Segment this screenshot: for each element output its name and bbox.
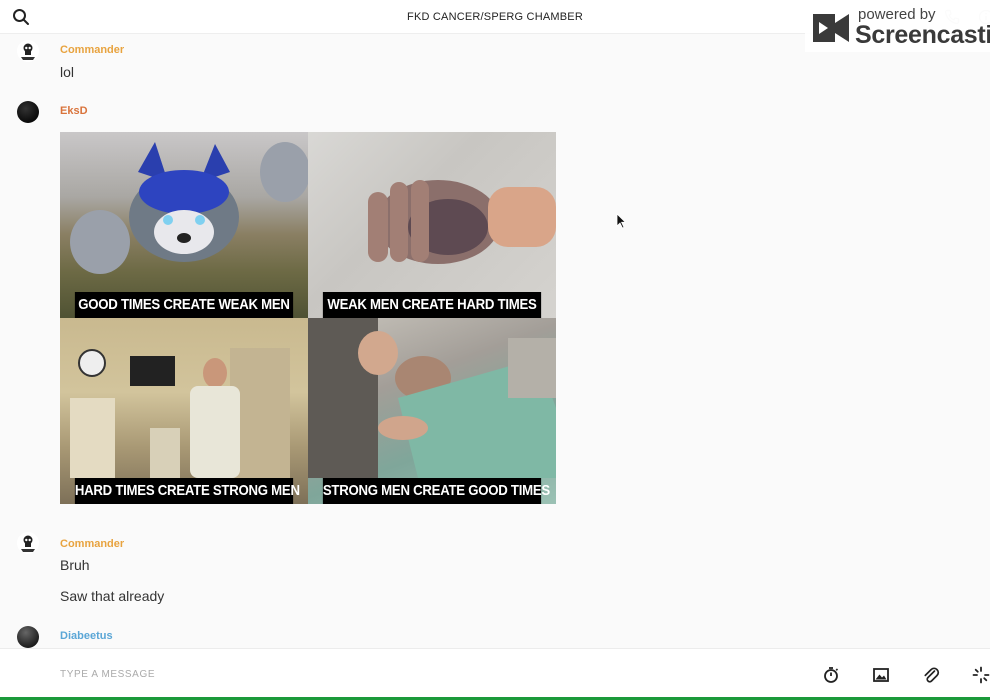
hospital-room-illustration [70, 348, 290, 478]
message-input[interactable] [60, 663, 660, 685]
meme-caption: STRONG MEN CREATE GOOD TIMES [322, 478, 550, 504]
stopwatch-icon[interactable] [822, 666, 840, 684]
message-author[interactable]: Commander [60, 538, 124, 550]
message-text: Bruh [60, 557, 90, 573]
message-author[interactable]: EksD [60, 105, 88, 117]
message-item: Commander Bruh Saw that already [0, 528, 990, 618]
avatar[interactable] [17, 532, 39, 554]
mouse-cursor-icon [616, 213, 626, 229]
meme-panel: STRONG MEN CREATE GOOD TIMES [308, 318, 556, 504]
message-author[interactable]: Diabeetus [60, 630, 113, 642]
bruised-hand-illustration [368, 180, 556, 264]
paperclip-icon[interactable] [922, 666, 940, 684]
message-item: Commander lol [0, 34, 990, 94]
image-icon[interactable] [872, 666, 890, 684]
message-item: Diabeetus [0, 622, 990, 648]
meme-caption: GOOD TIMES CREATE WEAK MEN [74, 292, 294, 318]
message-image[interactable]: GOOD TIMES CREATE WEAK MEN WEAK MEN CREA… [60, 132, 556, 504]
fursuit-illustration [70, 142, 308, 274]
meme-caption: HARD TIMES CREATE STRONG MEN [74, 478, 300, 504]
avatar[interactable] [17, 626, 39, 648]
avatar[interactable] [17, 40, 39, 62]
avatar[interactable] [17, 101, 39, 123]
message-text: lol [60, 64, 75, 80]
message-item: EksD GOOD TIMES CREATE WEAK MEN WEAK MEN… [0, 94, 990, 514]
meme-panel: HARD TIMES CREATE STRONG MEN [60, 318, 308, 504]
message-text: Saw that already [60, 588, 165, 604]
meme-caption: WEAK MEN CREATE HARD TIMES [322, 292, 542, 318]
message-list[interactable]: Commander lol EksD GOOD TIMES CREATE WEA… [0, 34, 990, 648]
hospital-embrace-illustration [308, 318, 556, 478]
sparkle-icon[interactable] [972, 666, 990, 684]
message-author[interactable]: Commander [60, 44, 124, 56]
meme-panel: WEAK MEN CREATE HARD TIMES [308, 132, 556, 318]
meme-panel: GOOD TIMES CREATE WEAK MEN [60, 132, 308, 318]
message-composer [0, 648, 990, 700]
